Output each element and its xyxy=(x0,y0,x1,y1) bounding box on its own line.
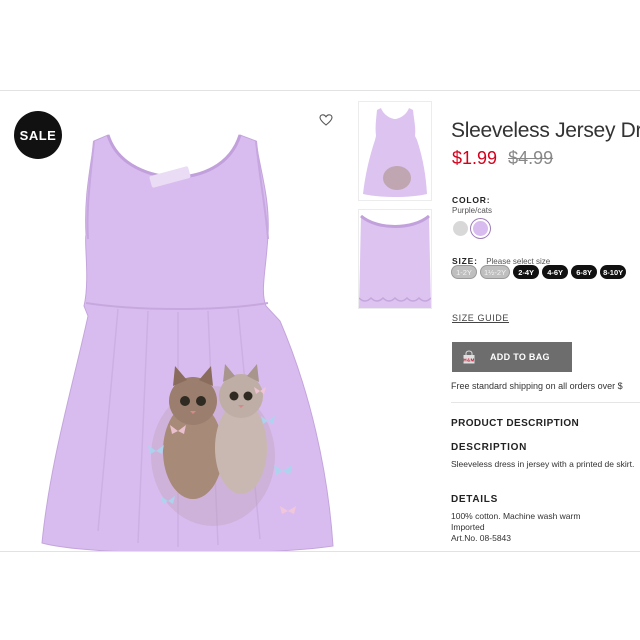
add-to-bag-button[interactable]: H&M ADD TO BAG xyxy=(452,342,572,372)
product-page: SALE Sleeveless Jersey Dr $1.99 $4.99 CO… xyxy=(0,90,640,552)
size-option-1-5-2y[interactable]: 1½-2Y xyxy=(480,265,511,279)
size-options: 1-2Y 1½-2Y 2-4Y 4-6Y 6-8Y 8-10Y xyxy=(451,265,627,279)
size-option-8-10y[interactable]: 8-10Y xyxy=(600,265,627,279)
size-guide-link[interactable]: SIZE GUIDE xyxy=(452,313,509,323)
dress-illustration xyxy=(41,134,334,551)
thumbnail-closeup-icon xyxy=(359,210,431,308)
shipping-note: Free standard shipping on all orders ove… xyxy=(451,381,623,391)
details-line: Art.No. 08-5843 xyxy=(451,533,512,543)
thumbnail-dress-icon xyxy=(363,108,427,197)
bag-icon-logo-text: H&M xyxy=(463,358,474,363)
product-description-heading: PRODUCT DESCRIPTION xyxy=(451,418,580,429)
color-swatch-gray[interactable] xyxy=(453,221,468,236)
heart-icon[interactable] xyxy=(319,113,333,127)
original-price: $4.99 xyxy=(508,148,554,168)
color-label: COLOR: xyxy=(452,195,491,205)
add-to-bag-label: ADD TO BAG xyxy=(490,352,550,362)
size-option-4-6y[interactable]: 4-6Y xyxy=(542,265,569,279)
product-main-image[interactable] xyxy=(28,131,348,551)
size-option-6-8y[interactable]: 6-8Y xyxy=(571,265,598,279)
description-heading: DESCRIPTION xyxy=(451,442,528,453)
product-title: Sleeveless Jersey Dr xyxy=(451,119,640,142)
price-row: $1.99 $4.99 xyxy=(452,148,553,169)
size-option-1-2y[interactable]: 1-2Y xyxy=(451,265,477,279)
product-details-panel: Sleeveless Jersey Dr $1.99 $4.99 COLOR: … xyxy=(451,91,640,551)
details-heading: DETAILS xyxy=(451,494,498,505)
details-line: Imported xyxy=(451,522,485,532)
size-option-2-4y[interactable]: 2-4Y xyxy=(513,265,540,279)
color-value: Purple/cats xyxy=(452,206,493,215)
description-text: Sleeveless dress in jersey with a printe… xyxy=(451,459,635,469)
details-line: 100% cotton. Machine wash warm xyxy=(451,511,581,521)
details-text: 100% cotton. Machine wash warm Imported … xyxy=(451,511,580,544)
shopping-bag-icon: H&M xyxy=(462,350,476,364)
thumbnail-detail[interactable] xyxy=(358,209,432,309)
color-swatch-purple-selected[interactable] xyxy=(473,221,488,236)
thumbnail-front[interactable] xyxy=(358,101,432,201)
sale-price: $1.99 xyxy=(452,148,498,168)
section-divider xyxy=(451,402,640,403)
